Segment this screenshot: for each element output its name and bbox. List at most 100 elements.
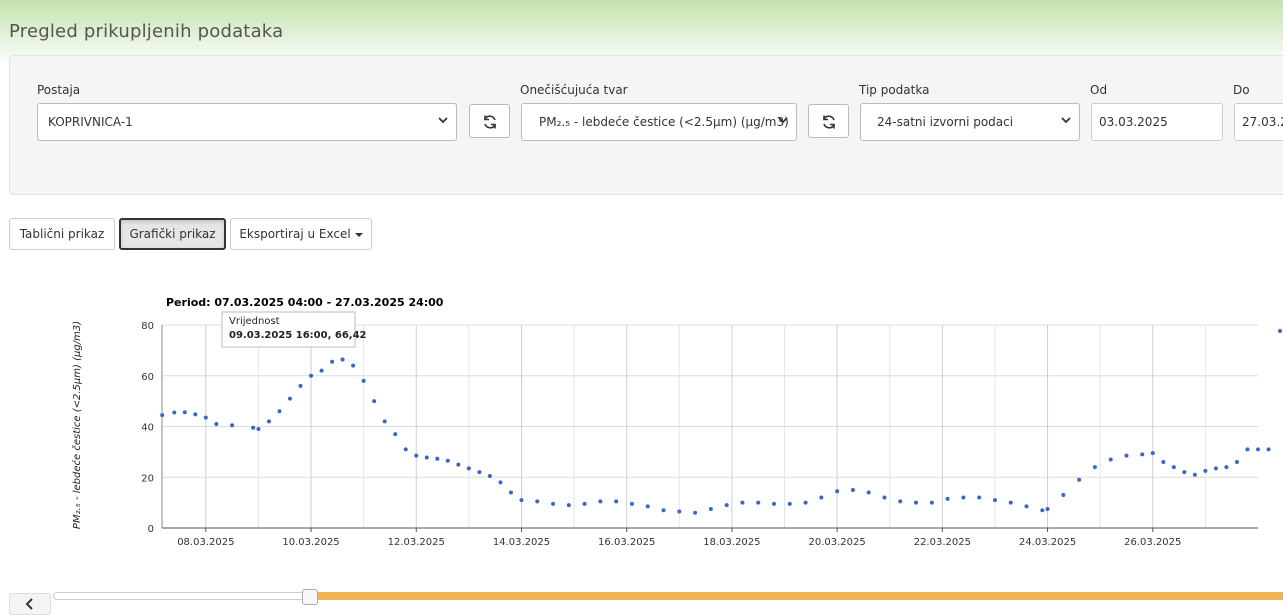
export-excel-button[interactable]: Eksportiraj u Excel <box>230 218 372 250</box>
slider-back-button[interactable] <box>9 593 51 615</box>
chart-series <box>160 357 1271 515</box>
data-point <box>614 499 619 504</box>
data-point <box>819 495 824 500</box>
x-tick-label: 20.03.2025 <box>808 537 865 548</box>
data-point <box>230 423 235 428</box>
x-tick-label: 12.03.2025 <box>388 537 445 548</box>
data-point <box>251 425 256 430</box>
data-point <box>1124 453 1129 458</box>
caret-down-icon <box>354 232 363 237</box>
data-point <box>266 419 271 424</box>
y-tick-label: 20 <box>141 473 154 484</box>
data-point <box>898 499 903 504</box>
data-point <box>1182 470 1187 475</box>
pollutant-select-value: PM₂.₅ - lebdeće čestice (<2.5µm) (µg/m3) <box>539 115 789 129</box>
data-point <box>771 501 776 506</box>
data-point <box>193 412 198 417</box>
x-tick-label: 14.03.2025 <box>493 537 550 548</box>
data-point <box>803 500 808 505</box>
data-point <box>1092 465 1097 470</box>
page-header: Pregled prikupljenih podataka <box>0 0 1283 62</box>
data-point <box>551 501 556 506</box>
data-point <box>1161 460 1166 465</box>
data-point <box>160 413 165 418</box>
chart-title: Period: 07.03.2025 04:00 - 27.03.2025 24… <box>166 296 444 309</box>
data-point <box>508 490 513 495</box>
to-label: Do <box>1233 83 1250 97</box>
data-point <box>961 495 966 500</box>
data-point <box>319 368 324 373</box>
data-point <box>914 500 919 505</box>
data-point <box>435 456 440 461</box>
y-tick-label: 80 <box>141 321 154 332</box>
range-slider-track[interactable] <box>53 592 313 600</box>
pollutant-label: Onečišćujuća tvar <box>520 83 628 97</box>
from-date-input[interactable]: 03.03.2025 <box>1091 103 1223 141</box>
data-point <box>477 470 482 475</box>
data-point <box>1150 451 1155 456</box>
data-point <box>256 427 261 432</box>
x-tick-label: 22.03.2025 <box>914 537 971 548</box>
x-tick-label: 08.03.2025 <box>177 537 234 548</box>
data-point <box>424 455 429 460</box>
data-point <box>203 415 208 420</box>
data-point <box>945 496 950 501</box>
data-point <box>835 489 840 494</box>
from-label: Od <box>1090 83 1108 97</box>
data-point <box>1266 447 1271 452</box>
data-point <box>498 480 503 485</box>
data-point <box>1213 466 1218 471</box>
data-point <box>1061 493 1066 498</box>
data-point <box>598 499 603 504</box>
to-date-input[interactable]: 27.03.2025 <box>1234 103 1283 141</box>
page-title: Pregled prikupljenih podataka <box>9 21 284 42</box>
data-point <box>1256 447 1260 452</box>
data-point <box>403 447 408 452</box>
export-excel-label: Eksportiraj u Excel <box>239 227 351 241</box>
table-view-button[interactable]: Tablični prikaz <box>9 218 115 250</box>
data-point <box>372 399 377 404</box>
y-tick-label: 0 <box>148 524 154 535</box>
data-point <box>693 510 698 515</box>
pollutant-select[interactable]: PM₂.₅ - lebdeće čestice (<2.5µm) (µg/m3) <box>521 103 797 141</box>
data-point <box>1234 460 1239 465</box>
data-point <box>309 373 314 378</box>
data-point <box>1203 468 1208 473</box>
data-point <box>740 500 745 505</box>
overflow-data-point <box>1278 329 1282 333</box>
data-point <box>724 503 729 508</box>
range-slider-handle[interactable] <box>302 589 318 605</box>
x-tick-label: 10.03.2025 <box>282 537 339 548</box>
data-point <box>351 363 356 368</box>
y-tick-label: 60 <box>141 372 154 383</box>
station-refresh-button[interactable] <box>469 104 510 138</box>
data-type-select-value: 24-satni izvorni podaci <box>877 115 1014 129</box>
data-point <box>582 501 587 506</box>
data-point <box>1008 500 1013 505</box>
data-point <box>661 508 666 513</box>
data-point <box>866 490 871 495</box>
refresh-icon <box>484 115 496 129</box>
data-type-select[interactable]: 24-satni izvorni podaci <box>860 103 1080 141</box>
x-tick-label: 24.03.2025 <box>1019 537 1076 548</box>
chart-view-button[interactable]: Grafički prikaz <box>119 218 226 250</box>
data-point <box>756 500 761 505</box>
pm25-chart: Period: 07.03.2025 04:00 - 27.03.2025 24… <box>71 296 1282 548</box>
pollutant-refresh-button[interactable] <box>808 104 849 138</box>
data-point <box>850 487 855 492</box>
data-point <box>466 466 471 471</box>
station-select[interactable]: KOPRIVNICA-1 <box>37 103 457 141</box>
station-label: Postaja <box>37 83 81 97</box>
data-point <box>535 499 540 504</box>
data-point <box>787 501 792 506</box>
data-type-label: Tip podatka <box>859 83 930 97</box>
chevron-down-icon <box>778 117 788 124</box>
data-point <box>1045 506 1050 511</box>
data-point <box>414 453 419 458</box>
data-point <box>977 495 982 500</box>
data-point <box>1077 477 1082 482</box>
data-point <box>1140 452 1145 457</box>
range-slider-selection[interactable] <box>313 592 1283 600</box>
chevron-left-icon <box>25 598 33 610</box>
data-point <box>172 410 177 415</box>
